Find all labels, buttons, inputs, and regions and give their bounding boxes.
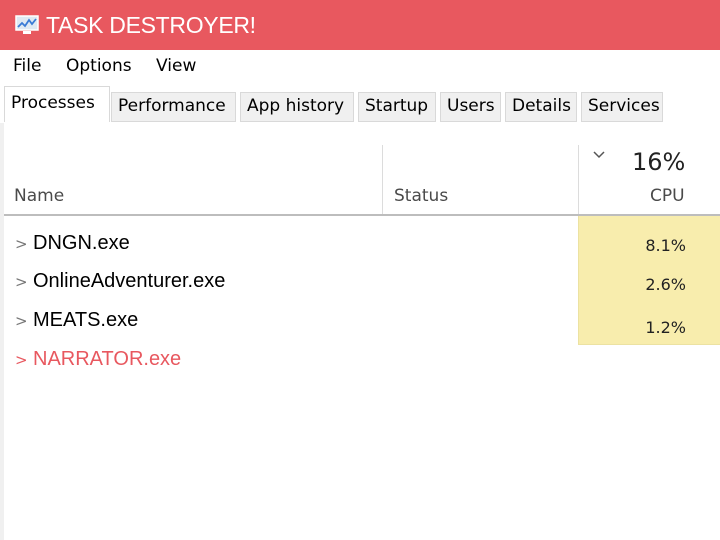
title-bar: TASK DESTROYER! (0, 0, 720, 50)
process-name: OnlineAdventurer.exe (33, 270, 226, 292)
app-title: TASK DESTROYER! (46, 12, 256, 38)
menu-bar: File Options View (0, 50, 720, 82)
process-row[interactable]: > OnlineAdventurer.exe 2.6% (0, 263, 720, 301)
process-row[interactable]: > NARRATOR.exe (0, 341, 720, 379)
menu-view[interactable]: View (156, 56, 196, 76)
tab-services[interactable]: Services (581, 92, 663, 122)
process-cpu: 2.6% (645, 275, 686, 294)
process-name: MEATS.exe (33, 309, 139, 331)
expand-chevron-icon[interactable]: > (15, 273, 28, 291)
tab-bar: Processes Performance App history Startu… (0, 82, 720, 124)
expand-chevron-icon[interactable]: > (15, 351, 28, 369)
process-name: DNGN.exe (33, 232, 130, 254)
column-header-cpu[interactable]: CPU (650, 186, 685, 206)
column-header-name[interactable]: Name (14, 186, 64, 206)
process-row[interactable]: > MEATS.exe 1.2% (0, 302, 720, 340)
column-divider[interactable] (578, 145, 579, 215)
process-cpu: 1.2% (645, 318, 686, 337)
monitor-chart-icon (15, 15, 39, 34)
cpu-total-usage: 16% (632, 148, 686, 176)
expand-chevron-icon[interactable]: > (15, 235, 28, 253)
column-header-status[interactable]: Status (394, 186, 448, 206)
expand-chevron-icon[interactable]: > (15, 312, 28, 330)
process-cpu: 8.1% (645, 236, 686, 255)
process-name: NARRATOR.exe (33, 348, 182, 370)
tab-performance[interactable]: Performance (111, 92, 236, 122)
tab-app-history[interactable]: App history (240, 92, 354, 122)
menu-options[interactable]: Options (66, 56, 132, 76)
tab-users[interactable]: Users (440, 92, 501, 122)
tab-processes[interactable]: Processes (4, 86, 110, 122)
menu-file[interactable]: File (13, 56, 41, 76)
process-row[interactable]: > DNGN.exe 8.1% (0, 225, 720, 263)
tab-details[interactable]: Details (505, 92, 577, 122)
column-divider[interactable] (382, 145, 383, 215)
tab-startup[interactable]: Startup (358, 92, 436, 122)
sort-descending-icon (593, 151, 605, 159)
